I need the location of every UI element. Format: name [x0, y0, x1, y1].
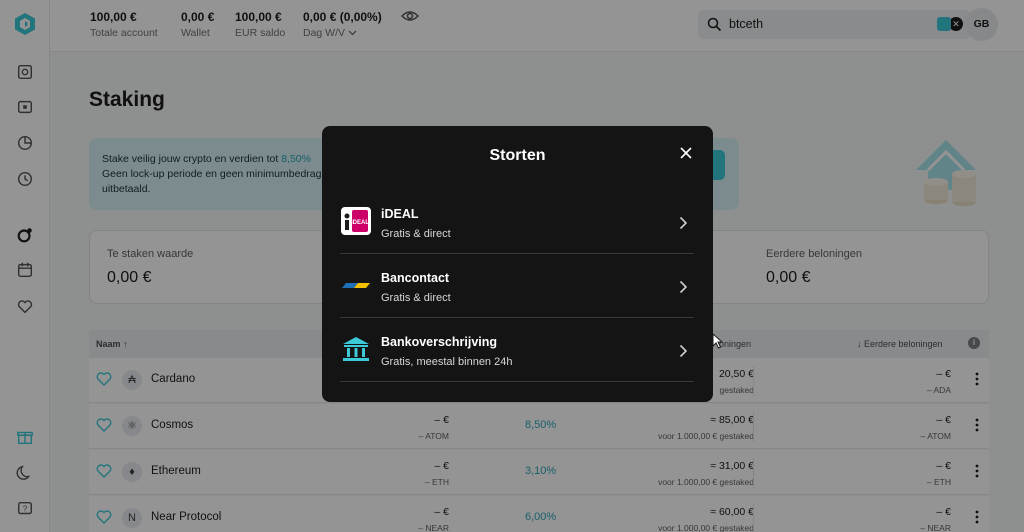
option-sub: Gratis & direct [381, 228, 451, 240]
option-ideal[interactable]: iDEAL iDEAL Gratis & direct [340, 190, 694, 254]
option-name: iDEAL [381, 207, 419, 221]
close-icon[interactable] [679, 146, 693, 160]
bancontact-icon [342, 283, 372, 288]
ideal-logo-text: iDEAL [351, 220, 369, 226]
bank-icon [343, 337, 369, 361]
option-sub: Gratis, meestal binnen 24h [381, 356, 513, 368]
modal-title: Storten [489, 147, 546, 164]
chevron-right-icon [679, 216, 688, 230]
option-bancontact[interactable]: Bancontact Gratis & direct [340, 254, 694, 318]
option-name: Bankoverschrijving [381, 335, 498, 349]
chevron-right-icon [679, 344, 688, 358]
option-sub: Gratis & direct [381, 292, 451, 304]
deposit-modal: Storten iDEAL iDEAL Gratis & direct Banc… [322, 126, 713, 402]
option-bank-transfer[interactable]: Bankoverschrijving Gratis, meestal binne… [340, 318, 694, 382]
chevron-right-icon [679, 280, 688, 294]
option-name: Bancontact [381, 271, 450, 285]
mouse-cursor-icon [712, 333, 724, 349]
ideal-icon: iDEAL [341, 207, 371, 235]
